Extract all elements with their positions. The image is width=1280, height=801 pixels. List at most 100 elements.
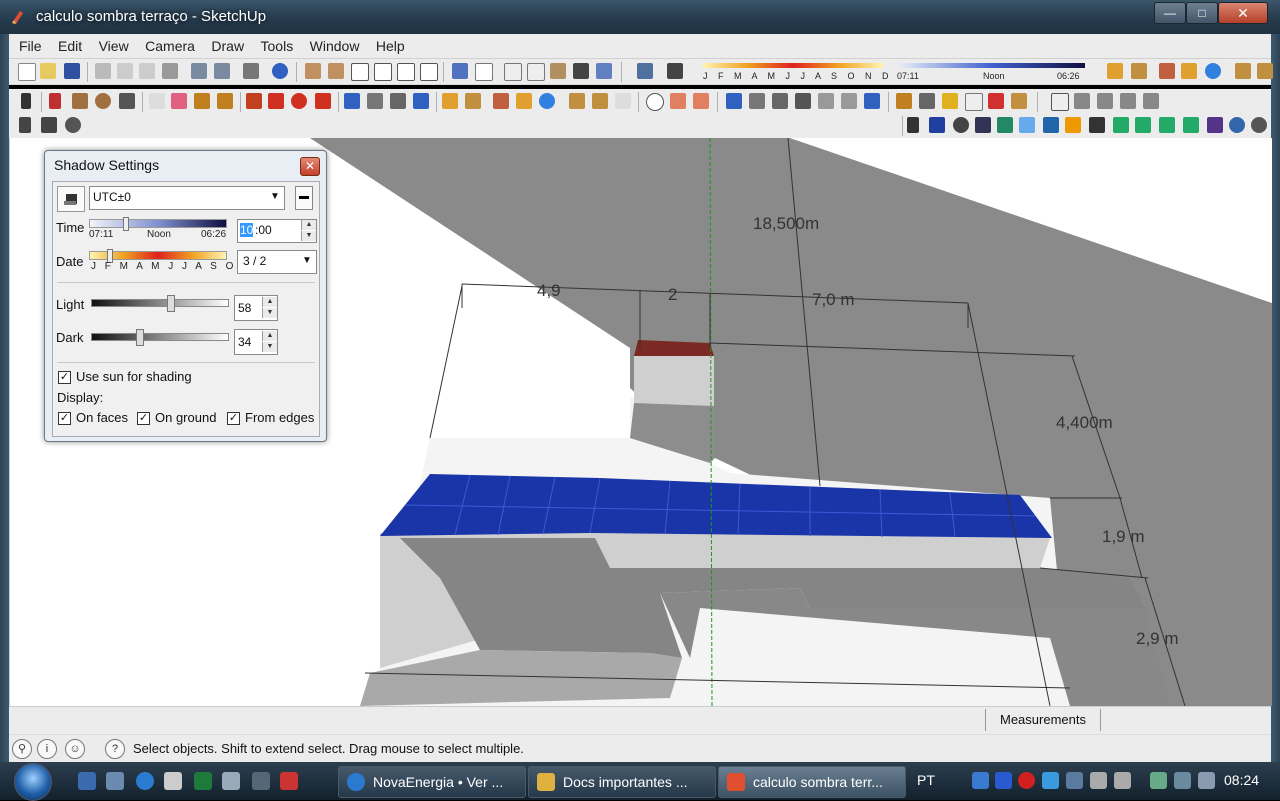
dark-spin-down[interactable]: ▼ xyxy=(262,342,277,352)
zoom-extents-icon[interactable] xyxy=(413,93,429,109)
redo-icon[interactable] xyxy=(214,63,230,79)
dim-label-5[interactable]: 4,400m xyxy=(1056,413,1113,432)
undo-icon[interactable] xyxy=(191,63,207,79)
date-select[interactable]: 3 / 2 ▼ xyxy=(237,250,317,274)
orbit-2-icon[interactable] xyxy=(726,93,742,109)
pencil-icon[interactable] xyxy=(49,93,61,109)
utm-icon[interactable] xyxy=(1159,117,1175,133)
zoom-icon[interactable] xyxy=(390,93,406,109)
sandbox-icon[interactable] xyxy=(907,117,919,133)
walk-2-icon[interactable] xyxy=(41,117,57,133)
front-view-icon[interactable] xyxy=(351,63,369,81)
expand-toggle-button[interactable]: ▬ xyxy=(295,186,313,210)
task-docs[interactable]: Docs importantes ... xyxy=(528,766,716,798)
select-arrow-icon[interactable] xyxy=(21,93,31,109)
orbit-icon[interactable] xyxy=(344,93,360,109)
zoom-extents-2-icon[interactable] xyxy=(864,93,880,109)
dark-input[interactable]: 34 ▲ ▼ xyxy=(234,329,278,355)
north-icon[interactable] xyxy=(1183,117,1199,133)
menu-view[interactable]: View xyxy=(93,34,135,58)
share-model-icon[interactable] xyxy=(1257,63,1273,79)
on-ground-checkbox[interactable]: ✓ xyxy=(137,412,150,425)
follow-me-icon[interactable] xyxy=(315,93,331,109)
google-earth-icon[interactable] xyxy=(1205,63,1221,79)
xray-icon[interactable] xyxy=(452,63,468,79)
zoom-window-icon[interactable] xyxy=(795,93,811,109)
light-slider-thumb[interactable] xyxy=(167,295,176,312)
pan-icon[interactable] xyxy=(367,93,383,109)
light-input[interactable]: 58 ▲ ▼ xyxy=(234,295,278,321)
measurements-input[interactable] xyxy=(1101,709,1261,731)
task-novaenergia[interactable]: NovaEnergia • Ver ... xyxy=(338,766,526,798)
hidden-line-icon[interactable] xyxy=(504,63,522,81)
tray-antivirus-icon[interactable] xyxy=(1018,772,1035,789)
toolbox-icon[interactable] xyxy=(280,772,298,790)
menu-tools[interactable]: Tools xyxy=(255,34,300,58)
tray-device-icon[interactable] xyxy=(1090,772,1107,789)
glasses-icon[interactable] xyxy=(1251,117,1267,133)
print-icon[interactable] xyxy=(243,63,259,79)
use-sun-checkbox[interactable]: ✓ xyxy=(58,371,71,384)
dim-label-2[interactable]: 2 xyxy=(668,285,677,304)
text-icon[interactable] xyxy=(965,93,983,111)
section-fill-icon[interactable] xyxy=(693,93,709,109)
intersect-icon[interactable] xyxy=(1074,93,1090,109)
geo-icon[interactable] xyxy=(1207,117,1223,133)
maximize-button[interactable]: □ xyxy=(1186,2,1218,24)
add-detail-icon[interactable] xyxy=(1043,117,1059,133)
menu-camera[interactable]: Camera xyxy=(139,34,201,58)
from-edges-checkbox[interactable]: ✓ xyxy=(227,412,240,425)
model-info-icon[interactable] xyxy=(272,63,288,79)
notepad-icon[interactable] xyxy=(164,772,182,790)
rotate-icon[interactable] xyxy=(291,93,307,109)
flip-edge-icon[interactable] xyxy=(1065,117,1081,133)
open-file-icon[interactable] xyxy=(40,63,56,79)
tray-battery-icon[interactable] xyxy=(1150,772,1167,789)
paste-icon[interactable] xyxy=(139,63,155,79)
previous-icon[interactable] xyxy=(818,93,834,109)
top-view-icon[interactable] xyxy=(328,63,344,79)
next-view-icon[interactable] xyxy=(465,93,481,109)
move-icon[interactable] xyxy=(268,93,284,109)
stamp-icon[interactable] xyxy=(997,117,1013,133)
copy-icon[interactable] xyxy=(117,63,133,79)
geo-location-icon[interactable]: ⚲ xyxy=(12,739,32,759)
tray-monitor-icon[interactable] xyxy=(1114,772,1131,789)
3d-text-icon[interactable] xyxy=(1011,93,1027,109)
dark-slider-thumb[interactable] xyxy=(136,329,145,346)
back-view-icon[interactable] xyxy=(397,63,415,81)
time-slider-dialog[interactable]: 07:11 Noon 06:26 xyxy=(89,217,227,241)
look-around-icon[interactable] xyxy=(539,93,555,109)
pan-2-icon[interactable] xyxy=(749,93,765,109)
section-cut-icon[interactable] xyxy=(670,93,686,109)
right-view-icon[interactable] xyxy=(374,63,392,81)
protractor-icon[interactable] xyxy=(942,93,958,109)
share-component-icon[interactable] xyxy=(592,93,608,109)
time-input[interactable]: 10 :00 ▲ ▼ xyxy=(237,219,317,243)
previous-view-icon[interactable] xyxy=(442,93,458,109)
contour-icon[interactable] xyxy=(1113,117,1129,133)
axes-tool-icon[interactable] xyxy=(988,93,1004,109)
menu-window[interactable]: Window xyxy=(304,34,366,58)
tray-dropbox-icon[interactable] xyxy=(1042,772,1059,789)
timezone-select[interactable]: UTC±0 ▼ xyxy=(89,186,285,210)
xray-toggle-icon[interactable] xyxy=(596,63,612,79)
language-indicator[interactable]: PT xyxy=(917,772,935,788)
erase-icon[interactable] xyxy=(162,63,178,79)
dim-label-1[interactable]: 4,9 xyxy=(537,281,561,300)
tape-measure-icon[interactable] xyxy=(194,93,210,109)
excel-icon[interactable] xyxy=(194,772,212,790)
user-icon[interactable]: ☺ xyxy=(65,739,85,759)
terrain-icon[interactable] xyxy=(1135,117,1151,133)
warehouse-icon[interactable] xyxy=(1235,63,1251,79)
close-window-button[interactable]: ✕ xyxy=(1218,2,1268,24)
position-camera-2-icon[interactable] xyxy=(19,117,31,133)
menu-draw[interactable]: Draw xyxy=(205,34,250,58)
network-icon[interactable] xyxy=(252,772,270,790)
menu-help[interactable]: Help xyxy=(370,34,411,58)
next-icon[interactable] xyxy=(841,93,857,109)
dark-slider[interactable] xyxy=(91,329,229,346)
solid-icon[interactable] xyxy=(929,117,945,133)
position-camera-icon[interactable] xyxy=(493,93,509,109)
dim-label-3[interactable]: 7,0 m xyxy=(812,290,855,309)
